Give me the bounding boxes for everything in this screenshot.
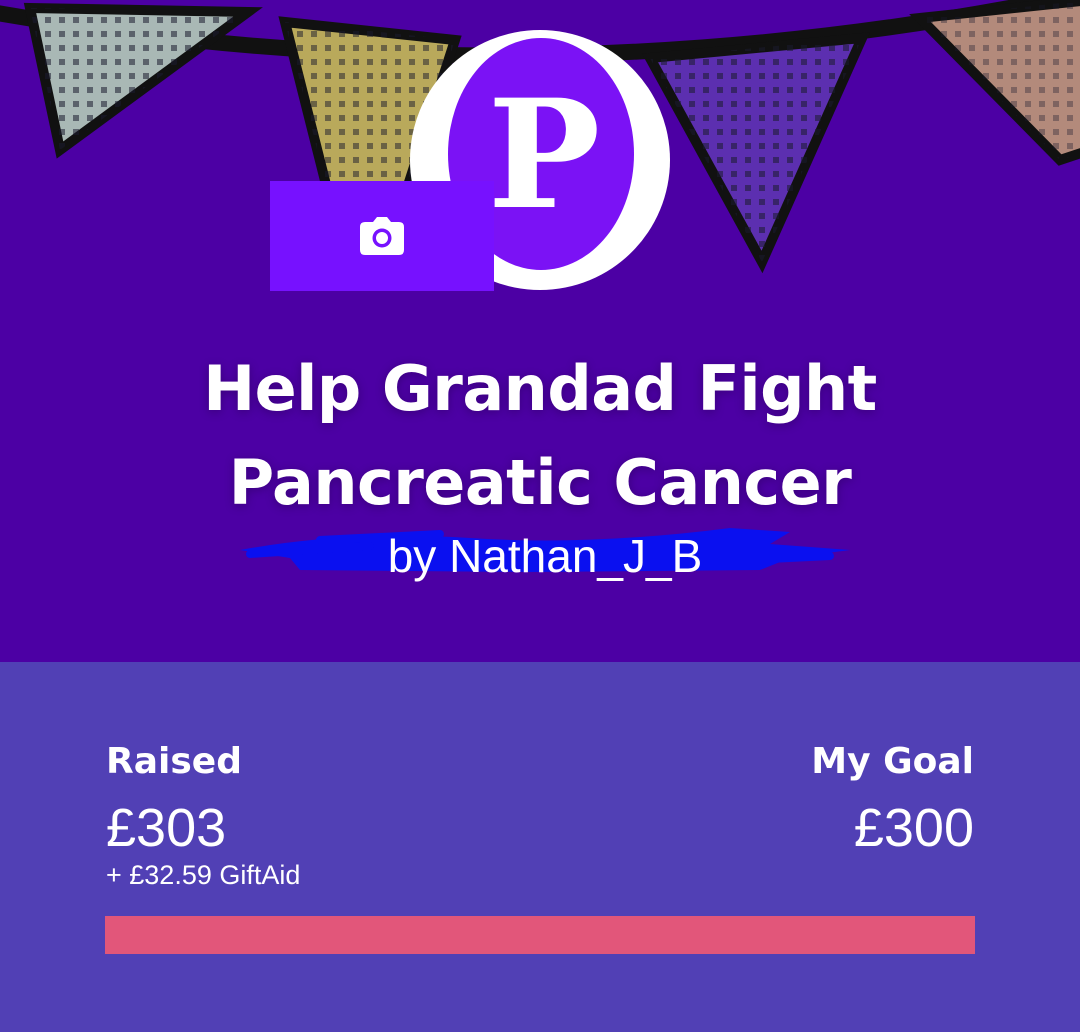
progress-bar [105, 916, 975, 954]
change-photo-button[interactable] [270, 181, 494, 291]
raised-amount: £303 [106, 798, 227, 858]
byline-container: by Nathan_J_B [230, 510, 860, 594]
charity-logo-letter: P [487, 67, 601, 243]
header-banner: P Help Grandad Fight Pancreatic Cancer b… [0, 0, 1080, 662]
fundraising-stats: Raised £303 + £32.59 GiftAid My Goal £30… [0, 662, 1080, 1032]
giftaid-amount: + £32.59 GiftAid [106, 860, 301, 890]
byline-text: by Nathan_J_B [387, 530, 703, 582]
raised-label: Raised [106, 741, 242, 782]
goal-amount: £300 [853, 798, 974, 858]
goal-label: My Goal [811, 741, 974, 782]
page-title-line1: Help Grandad Fight [203, 352, 877, 425]
camera-icon [360, 217, 404, 255]
progress-bar-fill [105, 916, 975, 954]
page-title: Help Grandad Fight Pancreatic Cancer [100, 342, 980, 530]
